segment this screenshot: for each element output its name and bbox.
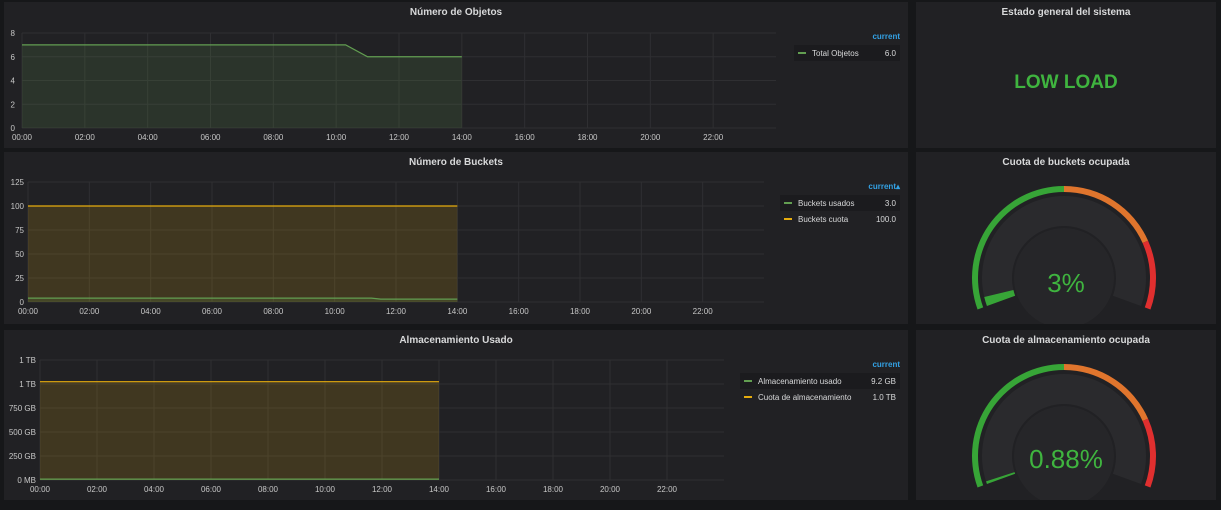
x-tick-label: 12:00 <box>372 485 393 494</box>
x-tick-label: 06:00 <box>200 133 221 142</box>
y-tick-label: 6 <box>11 53 16 62</box>
legend-name: Buckets usados <box>798 198 855 208</box>
status-value: LOW LOAD <box>1014 72 1118 93</box>
panel-title[interactable]: Estado general del sistema <box>916 7 1216 18</box>
y-tick-label: 250 GB <box>9 452 36 461</box>
x-tick-label: 10:00 <box>315 485 336 494</box>
x-tick-label: 10:00 <box>325 307 346 316</box>
y-tick-label: 125 <box>11 178 25 187</box>
legend-swatch <box>784 202 792 204</box>
x-tick-label: 00:00 <box>30 485 51 494</box>
storage-panel: Almacenamiento Usado 0 MB 250 GB 500 GB 750… <box>4 330 908 500</box>
legend-swatch <box>784 218 792 220</box>
x-tick-label: 16:00 <box>515 133 536 142</box>
x-tick-label: 02:00 <box>87 485 108 494</box>
x-tick-label: 18:00 <box>570 307 591 316</box>
legend-header[interactable]: current <box>794 32 900 41</box>
y-tick-label: 75 <box>15 226 24 235</box>
x-tick-label: 06:00 <box>201 485 222 494</box>
y-tick-label: 2 <box>11 100 16 109</box>
legend-value: 9.2 GB <box>871 376 896 386</box>
x-tick-label: 22:00 <box>703 133 724 142</box>
legend-name: Cuota de almacenamiento <box>758 392 852 402</box>
y-tick-label: 8 <box>11 29 16 38</box>
x-tick-label: 20:00 <box>631 307 652 316</box>
legend-name: Buckets cuota <box>798 214 849 224</box>
y-tick-label: 100 <box>11 202 25 211</box>
series-area-buckets-cuota <box>28 206 458 302</box>
legend-value: 3.0 <box>884 198 896 208</box>
status-panel: Estado general del sistema LOW LOAD <box>916 2 1216 148</box>
bucket-quota-panel: Cuota de buckets ocupada 3% <box>916 152 1216 324</box>
legend-item[interactable]: Buckets cuota 100.0 <box>780 211 900 227</box>
x-tick-label: 04:00 <box>141 307 162 316</box>
legend-name: Almacenamiento usado <box>758 376 842 386</box>
x-tick-label: 14:00 <box>447 307 468 316</box>
buckets-legend: current▴ Buckets usados 3.0 Buckets cuota 10… <box>780 182 900 227</box>
y-tick-label: 1 TB <box>19 380 36 389</box>
buckets-panel: Número de Buckets 0 25 50 75 100 125 00:00 02:0… <box>4 152 908 324</box>
x-tick-label: 22:00 <box>657 485 678 494</box>
x-tick-label: 14:00 <box>429 485 450 494</box>
y-tick-label: 4 <box>11 77 16 86</box>
x-tick-label: 00:00 <box>18 307 39 316</box>
legend-name: Total Objetos <box>812 48 859 58</box>
x-tick-label: 04:00 <box>144 485 165 494</box>
x-tick-label: 18:00 <box>543 485 564 494</box>
y-tick-label: 500 GB <box>9 428 36 437</box>
legend-value: 1.0 TB <box>872 392 896 402</box>
x-tick-label: 12:00 <box>389 133 410 142</box>
x-tick-label: 02:00 <box>75 133 96 142</box>
objects-panel: Número de Objetos 0 2 4 6 8 00:00 02:00 04:00 06… <box>4 2 908 148</box>
objects-legend: current Total Objetos 6.0 <box>794 32 900 61</box>
legend-swatch <box>798 52 806 54</box>
x-tick-label: 20:00 <box>600 485 621 494</box>
x-tick-label: 02:00 <box>79 307 100 316</box>
x-tick-label: 08:00 <box>263 307 284 316</box>
series-area-cuota-de-almacenamiento <box>40 381 439 480</box>
y-tick-label: 0 <box>20 298 25 307</box>
x-tick-label: 20:00 <box>640 133 661 142</box>
x-tick-label: 08:00 <box>258 485 279 494</box>
storage-chart[interactable]: 0 MB 250 GB 500 GB 750 GB 1 TB 1 TB 00:00 02:00… <box>4 330 908 500</box>
y-tick-label: 0 MB <box>17 476 36 485</box>
legend-swatch <box>744 380 752 382</box>
legend-item[interactable]: Cuota de almacenamiento 1.0 TB <box>740 389 900 405</box>
storage-quota-value: 0.88% <box>1029 444 1103 474</box>
legend-value: 100.0 <box>875 214 896 224</box>
legend-value: 6.0 <box>884 48 896 58</box>
buckets-chart[interactable]: 0 25 50 75 100 125 00:00 02:00 04:00 06:00 08:00 10… <box>4 152 908 324</box>
legend-item[interactable]: Total Objetos 6.0 <box>794 45 900 61</box>
x-tick-label: 14:00 <box>452 133 473 142</box>
x-tick-label: 16:00 <box>509 307 530 316</box>
x-tick-label: 08:00 <box>263 133 284 142</box>
y-tick-label: 50 <box>15 250 24 259</box>
y-tick-label: 1 TB <box>19 356 36 365</box>
y-tick-label: 25 <box>15 274 24 283</box>
x-tick-label: 22:00 <box>693 307 714 316</box>
bucket-quota-value: 3% <box>1047 268 1085 298</box>
x-tick-label: 18:00 <box>577 133 598 142</box>
x-tick-label: 04:00 <box>138 133 159 142</box>
x-tick-label: 00:00 <box>12 133 33 142</box>
y-tick-label: 750 GB <box>9 404 36 413</box>
x-tick-label: 10:00 <box>326 133 347 142</box>
x-tick-label: 06:00 <box>202 307 223 316</box>
x-tick-label: 12:00 <box>386 307 407 316</box>
legend-header[interactable]: current <box>740 360 900 369</box>
legend-item[interactable]: Buckets usados 3.0 <box>780 195 900 211</box>
legend-header[interactable]: current▴ <box>780 182 900 191</box>
x-tick-label: 16:00 <box>486 485 507 494</box>
objects-chart[interactable]: 0 2 4 6 8 00:00 02:00 04:00 06:00 08:00 10:00 12:00… <box>4 2 908 148</box>
legend-item[interactable]: Almacenamiento usado 9.2 GB <box>740 373 900 389</box>
y-tick-label: 0 <box>11 124 16 133</box>
storage-legend: current Almacenamiento usado 9.2 GB Cuota d… <box>740 360 900 405</box>
legend-swatch <box>744 396 752 398</box>
storage-quota-panel: Cuota de almacenamiento ocupada 0.88% <box>916 330 1216 500</box>
